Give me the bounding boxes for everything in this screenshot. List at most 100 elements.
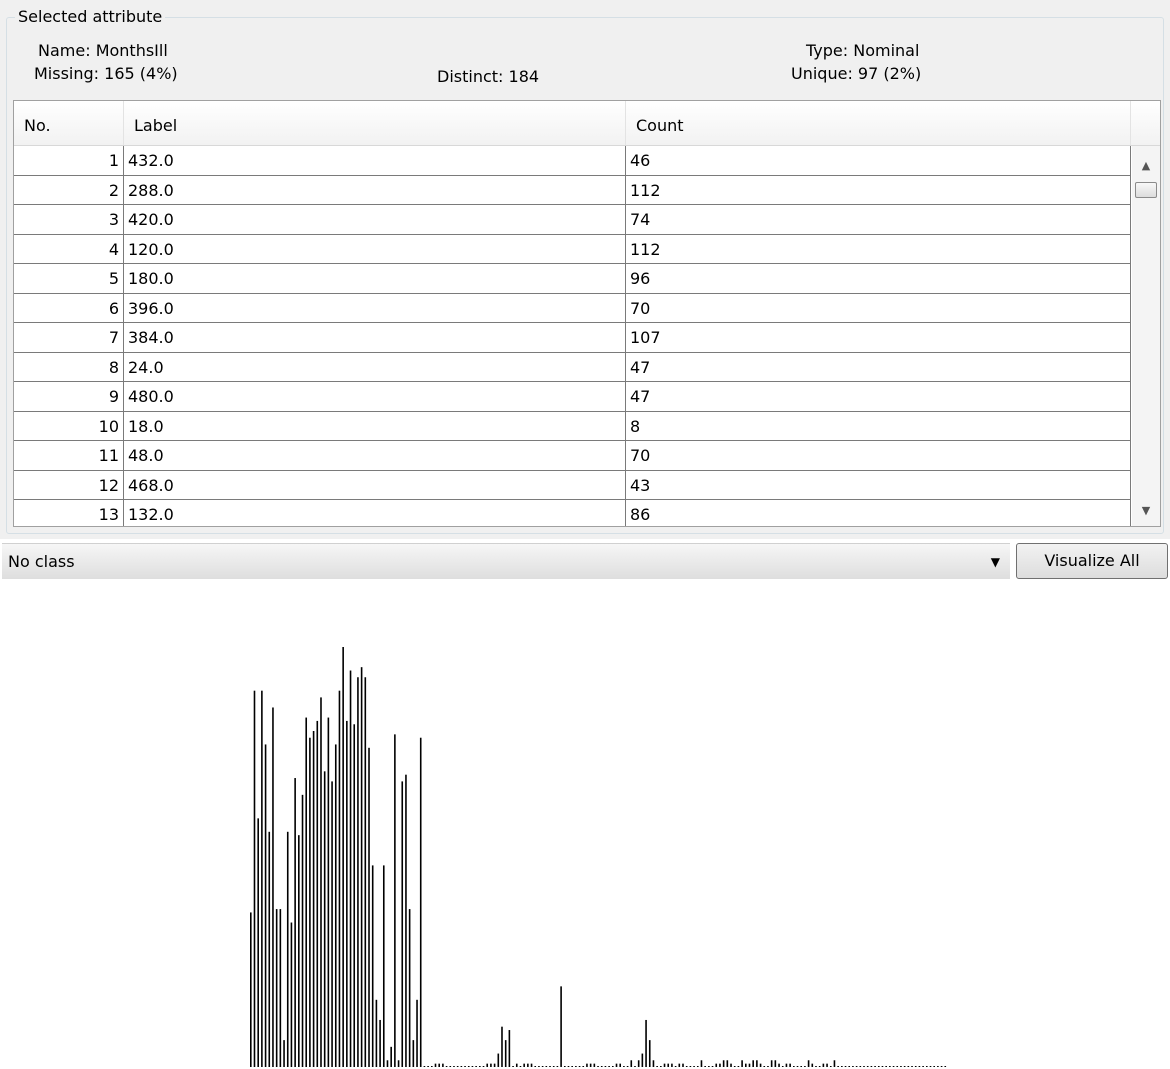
cell-no: 6 <box>14 293 124 323</box>
histogram-bar <box>719 1063 721 1067</box>
unique-value: 97 (2%) <box>857 64 922 83</box>
table-header: No. Label Count <box>14 101 1160 146</box>
histogram-bar <box>881 1066 884 1067</box>
cell-count: 107 <box>626 323 1131 353</box>
class-bar: No class ▼ Visualize All <box>0 540 1170 582</box>
histogram-bar <box>682 1063 684 1067</box>
histogram-bar <box>534 1066 537 1067</box>
distinct-value: 184 <box>508 67 540 86</box>
histogram-bar <box>486 1063 489 1067</box>
histogram-bar <box>634 1066 636 1067</box>
table-row[interactable]: 2 288.0 112 <box>14 175 1131 205</box>
cell-no: 2 <box>14 175 124 205</box>
histogram-bar <box>408 909 411 1067</box>
table-row[interactable]: 13 132.0 86 <box>14 500 1131 526</box>
histogram-bar <box>844 1066 847 1067</box>
visualize-all-button[interactable]: Visualize All <box>1016 543 1168 579</box>
histogram-bar <box>722 1060 725 1067</box>
cell-label: 48.0 <box>124 441 626 471</box>
cell-count: 46 <box>626 146 1131 176</box>
chevron-down-icon[interactable]: ▼ <box>991 544 1000 580</box>
histogram-bar <box>763 1066 766 1067</box>
histogram-bar <box>323 771 326 1067</box>
histogram-bar <box>918 1066 921 1067</box>
histogram-bar <box>937 1066 939 1067</box>
histogram-bar <box>648 1040 651 1067</box>
missing-label: Missing: <box>34 64 100 83</box>
histogram-bar <box>866 1066 869 1067</box>
histogram-bar <box>530 1063 533 1067</box>
missing-value: 165 (4%) <box>104 64 178 83</box>
histogram-bar <box>423 1066 426 1067</box>
histogram-bar <box>453 1066 455 1067</box>
table-row[interactable]: 7 384.0 107 <box>14 323 1131 353</box>
histogram-bar <box>730 1063 732 1067</box>
histogram-bar <box>645 1019 647 1067</box>
column-header-no[interactable]: No. <box>14 101 124 145</box>
histogram-bar <box>386 1060 389 1067</box>
histogram-bar <box>467 1066 470 1067</box>
table-scrollbar[interactable]: ▲ ▼ <box>1132 146 1160 526</box>
histogram-bar <box>305 717 308 1067</box>
histogram-bar <box>375 999 378 1067</box>
cell-no: 13 <box>14 500 124 526</box>
attribute-name: Name: MonthsIll <box>38 41 168 61</box>
histogram-bar <box>434 1063 437 1067</box>
histogram-bar <box>822 1063 825 1067</box>
cell-no: 7 <box>14 323 124 353</box>
cell-label: 180.0 <box>124 264 626 294</box>
table-row[interactable]: 10 18.0 8 <box>14 411 1131 441</box>
cell-count: 47 <box>626 382 1131 412</box>
histogram-bar <box>527 1063 529 1067</box>
histogram-bar <box>257 818 259 1067</box>
class-dropdown[interactable]: No class ▼ <box>2 543 1010 579</box>
table-row[interactable]: 3 420.0 74 <box>14 205 1131 235</box>
attribute-histogram <box>250 647 947 1067</box>
histogram-bar <box>671 1063 673 1067</box>
table-row[interactable]: 6 396.0 70 <box>14 293 1131 323</box>
histogram-bar <box>382 865 385 1067</box>
histogram-bar <box>678 1063 681 1067</box>
histogram-bar <box>320 697 322 1067</box>
label-count-table[interactable]: No. Label Count 1 432.0 46 2 288.0 112 3 420.0 7… <box>13 100 1161 527</box>
table-row[interactable]: 11 48.0 70 <box>14 441 1131 471</box>
table-row[interactable]: 12 468.0 43 <box>14 470 1131 500</box>
histogram-bar <box>693 1066 695 1067</box>
table-row[interactable]: 5 180.0 96 <box>14 264 1131 294</box>
histogram-bar <box>804 1066 806 1067</box>
histogram-bar <box>711 1066 714 1067</box>
scroll-down-icon[interactable]: ▼ <box>1132 496 1160 526</box>
histogram-bar <box>357 677 359 1067</box>
scrollbar-thumb[interactable] <box>1135 182 1157 198</box>
table-row[interactable]: 1 432.0 46 <box>14 146 1131 176</box>
column-header-label[interactable]: Label <box>124 101 626 145</box>
histogram-bar <box>826 1063 828 1067</box>
scroll-up-icon[interactable]: ▲ <box>1132 146 1160 182</box>
histogram-bar <box>563 1066 566 1067</box>
histogram-bar <box>700 1060 703 1067</box>
histogram-bar <box>309 737 311 1067</box>
histogram-bar <box>767 1066 769 1067</box>
histogram-bar <box>464 1066 466 1067</box>
histogram-bar <box>427 1066 429 1067</box>
column-header-count[interactable]: Count <box>626 101 1131 145</box>
histogram-bar <box>490 1063 492 1067</box>
cell-label: 468.0 <box>124 470 626 500</box>
histogram-bar <box>286 831 289 1067</box>
table-row[interactable]: 4 120.0 112 <box>14 234 1131 264</box>
histogram-bar <box>327 717 330 1067</box>
table-row[interactable]: 8 24.0 47 <box>14 352 1131 382</box>
table-row[interactable]: 9 480.0 47 <box>14 382 1131 412</box>
histogram-bar <box>756 1060 758 1067</box>
histogram-bar <box>641 1053 644 1067</box>
histogram-bar <box>445 1066 448 1067</box>
histogram-bar <box>556 1066 559 1067</box>
cell-count: 47 <box>626 352 1131 382</box>
histogram-bar <box>770 1060 773 1067</box>
cell-no: 11 <box>14 441 124 471</box>
histogram-bar <box>774 1060 777 1067</box>
name-label: Name: <box>38 41 91 60</box>
attribute-distinct: Distinct: 184 <box>437 67 539 87</box>
cell-count: 96 <box>626 264 1131 294</box>
cell-label: 132.0 <box>124 500 626 526</box>
